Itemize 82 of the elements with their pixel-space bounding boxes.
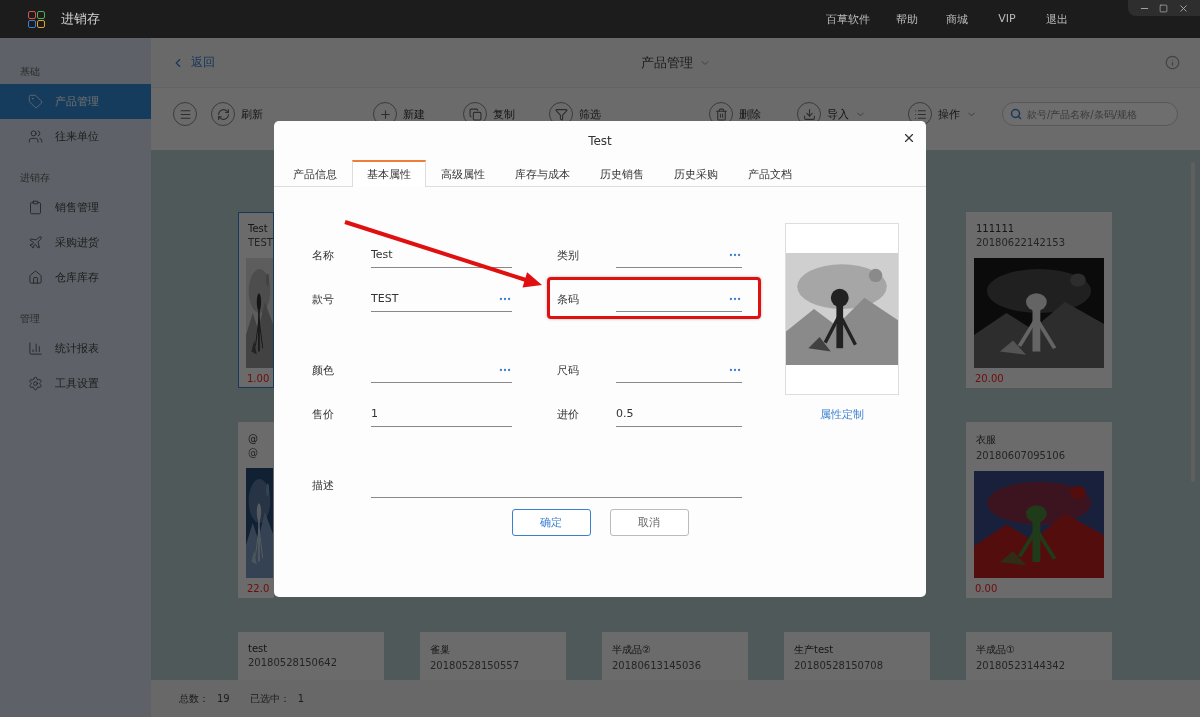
field-label: 类别	[557, 247, 580, 263]
dialog-title: Test	[588, 133, 612, 148]
sidebar-item[interactable]: 统计报表	[0, 331, 151, 366]
product-code: 20180523144342	[975, 660, 1067, 671]
sidebar-item[interactable]: 往来单位	[0, 119, 151, 154]
product-code: 20180528150708	[793, 660, 885, 671]
sidebar-label: 工具设置	[55, 376, 99, 391]
tab[interactable]: 产品信息	[278, 160, 352, 187]
field-label: 条码	[557, 291, 580, 307]
sidebar-item[interactable]: 产品管理	[0, 84, 151, 119]
status-value: 19	[217, 693, 230, 704]
tab[interactable]: 产品文档	[733, 160, 807, 187]
status-label: 总数：	[179, 691, 209, 706]
nav-link[interactable]: 帮助	[882, 11, 932, 27]
field-label: 款号	[312, 291, 335, 307]
product-name: @	[247, 433, 259, 444]
product-card[interactable]: 半成品② 20180613145036	[602, 632, 748, 680]
sidebar-item[interactable]: 采购进货	[0, 225, 151, 260]
tab[interactable]: 基本属性	[352, 160, 426, 187]
product-card[interactable]: 衣服 20180607095106 0.00	[966, 422, 1112, 598]
page-title: 产品管理	[641, 53, 693, 72]
product-name: 生产test	[793, 643, 835, 657]
input-field[interactable]: TEST	[371, 286, 512, 312]
product-card[interactable]: 雀巢 20180528150557	[420, 632, 566, 680]
sidebar-label: 销售管理	[55, 200, 99, 215]
nav-link[interactable]: 百草软件	[814, 11, 882, 27]
product-name: test	[247, 643, 269, 654]
sidebar-item[interactable]: 仓库库存	[0, 260, 151, 295]
field-label: 尺码	[557, 362, 580, 378]
back-link[interactable]: 返回	[171, 54, 215, 71]
toolbar-button[interactable]: 刷新	[211, 102, 263, 126]
product-price: 22.0	[246, 582, 270, 594]
input-field[interactable]: 0.5	[616, 401, 742, 427]
product-card[interactable]: 半成品① 20180523144342	[966, 632, 1112, 680]
product-name: 衣服	[975, 433, 997, 447]
product-card[interactable]: test 20180528150642	[238, 632, 384, 680]
status-label: 已选中：	[249, 691, 290, 706]
dialog-button[interactable]: 确定	[511, 509, 591, 536]
product-price: 1.00	[246, 372, 270, 384]
app-title: 进销存	[61, 10, 100, 28]
input-field[interactable]: Test	[371, 242, 512, 268]
sidebar-label: 产品管理	[55, 94, 99, 109]
nav-link[interactable]: 商城	[932, 11, 982, 27]
sidebar-item[interactable]: 销售管理	[0, 190, 151, 225]
sidebar-item[interactable]: 工具设置	[0, 366, 151, 401]
nav-link[interactable]: VIP	[982, 11, 1032, 27]
product-card[interactable]: Test TEST 1.00	[238, 212, 274, 388]
product-name: 半成品①	[975, 643, 1016, 657]
tab[interactable]: 历史销售	[585, 160, 659, 187]
product-price: 0.00	[974, 582, 998, 594]
field-label: 名称	[312, 247, 335, 263]
product-code: 20180528150642	[247, 657, 339, 668]
tab[interactable]: 库存与成本	[500, 160, 585, 187]
product-code: @	[247, 447, 259, 458]
product-card[interactable]: @ @ 22.0	[238, 422, 274, 598]
product-code: TEST	[247, 237, 273, 248]
product-code: 20180607095106	[975, 450, 1067, 461]
sidebar-label: 仓库库存	[55, 270, 99, 285]
sidebar-label: 采购进货	[55, 235, 99, 250]
sidebar-label: 统计报表	[55, 341, 99, 356]
input-field[interactable]: 1	[371, 401, 512, 427]
product-price: 20.00	[974, 372, 1004, 384]
field-label: 售价	[312, 406, 335, 422]
tab[interactable]: 高级属性	[426, 160, 500, 187]
nav-link[interactable]: 退出	[1032, 11, 1082, 27]
dialog-button[interactable]: 取消	[609, 509, 689, 536]
product-code: 20180622142153	[975, 237, 1067, 248]
product-name: 雀巢	[429, 643, 451, 657]
product-name: Test	[247, 223, 269, 234]
product-code: 20180528150557	[429, 660, 521, 671]
status-value: 1	[297, 693, 305, 704]
field-label: 进价	[557, 406, 580, 422]
product-card[interactable]: 111111 20180622142153 20.00	[966, 212, 1112, 388]
sidebar-label: 往来单位	[55, 129, 99, 144]
customize-link[interactable]: 属性定制	[820, 407, 864, 422]
product-card[interactable]: 生产test 20180528150708	[784, 632, 930, 680]
product-code: 20180613145036	[611, 660, 703, 671]
product-name: 111111	[975, 223, 1016, 234]
field-label: 描述	[312, 477, 335, 493]
product-name: 半成品②	[611, 643, 652, 657]
tab[interactable]: 历史采购	[659, 160, 733, 187]
field-label: 颜色	[312, 362, 335, 378]
